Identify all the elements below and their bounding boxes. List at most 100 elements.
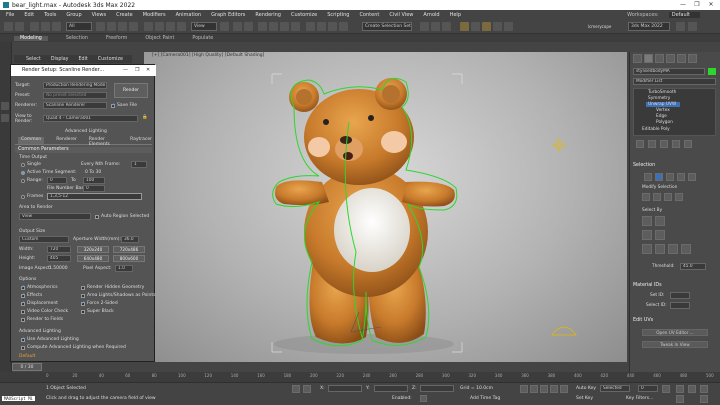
- zoom-icon[interactable]: [676, 385, 684, 393]
- stack-vertex[interactable]: Vertex: [656, 108, 670, 113]
- modify-panel-icon[interactable]: [644, 54, 653, 63]
- material-editor-icon[interactable]: [442, 22, 451, 31]
- view-to-render-dropdown[interactable]: Quad 4 - Camera001: [43, 115, 138, 122]
- help-icon[interactable]: [688, 22, 697, 31]
- go-to-end-icon[interactable]: [560, 385, 568, 393]
- orbit-icon[interactable]: [688, 385, 696, 393]
- selection-lock-icon[interactable]: [303, 385, 311, 393]
- version-dropdown[interactable]: 3ds Max 2022: [628, 22, 670, 31]
- ring-selection-icon[interactable]: [675, 193, 683, 201]
- frames-radio[interactable]: [21, 195, 25, 199]
- preset-dropdown[interactable]: No preset selected: [43, 92, 107, 99]
- area-to-render-dropdown[interactable]: View: [19, 213, 91, 220]
- camera-viewport[interactable]: [144, 52, 627, 362]
- set-id-input[interactable]: [670, 292, 690, 299]
- snap-toggle-icon[interactable]: [258, 22, 267, 31]
- tab-renderer[interactable]: Renderer: [56, 137, 77, 144]
- ribbon-tab-modeling[interactable]: Modeling: [14, 35, 48, 41]
- play-icon[interactable]: [540, 385, 548, 393]
- next-frame-icon[interactable]: [550, 385, 558, 393]
- select-flipped-icon[interactable]: [668, 244, 678, 254]
- link-icon[interactable]: [30, 22, 39, 31]
- advanced-lighting-tab[interactable]: Advanced Lighting: [65, 129, 107, 134]
- maximize-button[interactable]: ❐: [690, 0, 704, 10]
- output-size-dropdown[interactable]: Custom: [19, 236, 69, 243]
- threshold-input[interactable]: 45.0: [680, 263, 706, 270]
- menu-customize[interactable]: Customize: [291, 12, 317, 18]
- show-end-result-icon[interactable]: [648, 140, 656, 148]
- vertex-mode-icon[interactable]: [644, 173, 652, 181]
- set-key-button[interactable]: Set Key: [576, 396, 593, 401]
- menu-civil-view[interactable]: Civil View: [389, 12, 413, 18]
- material-ids-rollout[interactable]: Material IDs: [633, 282, 718, 289]
- mirror-icon[interactable]: [317, 22, 326, 31]
- spinner-snap-icon[interactable]: [291, 22, 300, 31]
- select-overlap-icon[interactable]: [655, 244, 665, 254]
- viewport-label[interactable]: [+] [Camera001] [High Quality] [Default …: [152, 53, 264, 58]
- use-advanced-lighting-checkbox[interactable]: [21, 336, 25, 342]
- range-radio[interactable]: [21, 179, 25, 183]
- render-setup-icon[interactable]: [460, 22, 469, 31]
- render-to-fields-checkbox[interactable]: [21, 318, 25, 322]
- stack-editable-poly[interactable]: Editable Poly: [642, 127, 670, 132]
- render-production-icon[interactable]: [482, 22, 491, 31]
- renderer-dropdown[interactable]: Scanline Renderer: [43, 102, 107, 109]
- y-coord-input[interactable]: [374, 385, 408, 392]
- save-file-checkbox[interactable]: [111, 102, 115, 108]
- maxscript-listener[interactable]: MAXScript Mi: [2, 396, 35, 401]
- menu-tools[interactable]: Tools: [44, 12, 56, 18]
- image-aspect-value[interactable]: 1.50000: [49, 266, 68, 271]
- hierarchy-panel-icon[interactable]: [655, 54, 664, 63]
- pixel-aspect-input[interactable]: 1.0: [115, 265, 133, 272]
- motion-panel-icon[interactable]: [666, 54, 675, 63]
- selection-filter-dropdown[interactable]: All: [66, 22, 92, 31]
- scene-tab-select[interactable]: Select: [26, 57, 41, 62]
- select-by-material-icon[interactable]: [642, 230, 652, 240]
- workspaces-dropdown[interactable]: Default: [668, 12, 700, 18]
- a360-gallery-icon[interactable]: [504, 22, 513, 31]
- ribbon-tab-selection[interactable]: Selection: [66, 36, 88, 41]
- select-by-name-icon[interactable]: [107, 22, 116, 31]
- polygon-mode-icon[interactable]: [677, 173, 685, 181]
- scene-explorer-toggle-icon[interactable]: [1, 114, 9, 122]
- timeline[interactable]: 0 / 30 0 20 40 60 80 100 120 140 160 180 200 220 240…: [0, 363, 720, 382]
- edit-named-selection-icon[interactable]: [306, 22, 315, 31]
- select-by-smoothing-icon[interactable]: [655, 216, 665, 226]
- menu-help[interactable]: Help: [450, 12, 461, 18]
- scene-tab-customize[interactable]: Customize: [98, 57, 123, 62]
- select-seams-icon[interactable]: [681, 244, 691, 254]
- tab-raytracer[interactable]: Raytracer: [130, 137, 152, 144]
- stack-turbosmooth[interactable]: TurboSmooth: [648, 90, 676, 95]
- undo-icon[interactable]: [4, 22, 13, 31]
- time-slider[interactable]: 0 / 30: [12, 363, 42, 371]
- close-button[interactable]: ✕: [704, 0, 718, 10]
- dialog-minimize-icon[interactable]: —: [123, 67, 128, 73]
- field-of-view-icon[interactable]: [676, 395, 684, 403]
- menu-arnold[interactable]: Arnold: [423, 12, 439, 18]
- display-panel-icon[interactable]: [677, 54, 686, 63]
- pan-icon[interactable]: [700, 385, 708, 393]
- aperture-width-input[interactable]: 36.0: [121, 236, 139, 243]
- select-manipulate-icon[interactable]: [233, 22, 242, 31]
- isolate-selection-icon[interactable]: [292, 385, 300, 393]
- menu-content[interactable]: Content: [359, 12, 379, 18]
- rectangle-selection-icon[interactable]: [118, 22, 127, 31]
- default-preset-label[interactable]: Default: [19, 354, 35, 359]
- ignore-backfacing-icon[interactable]: [655, 230, 665, 240]
- move-icon[interactable]: [144, 22, 153, 31]
- stack-symmetry[interactable]: Symmetry: [648, 96, 670, 101]
- menu-rendering[interactable]: Rendering: [255, 12, 281, 18]
- range-from-input[interactable]: 0: [47, 177, 67, 184]
- stack-polygon[interactable]: Polygon: [656, 120, 673, 125]
- grow-selection-icon[interactable]: [642, 193, 650, 201]
- rendered-frame-window-icon[interactable]: [471, 22, 480, 31]
- key-filters-button[interactable]: Key Filters...: [626, 396, 653, 401]
- scale-icon[interactable]: [166, 22, 175, 31]
- object-color-swatch[interactable]: [708, 68, 716, 75]
- force-2-sided-checkbox[interactable]: [81, 300, 85, 306]
- angle-snap-icon[interactable]: [269, 22, 278, 31]
- target-dropdown[interactable]: Production Rendering Mode: [43, 82, 107, 89]
- every-nth-input[interactable]: 1: [131, 161, 147, 168]
- render-in-cloud-icon[interactable]: [493, 22, 502, 31]
- percent-snap-icon[interactable]: [280, 22, 289, 31]
